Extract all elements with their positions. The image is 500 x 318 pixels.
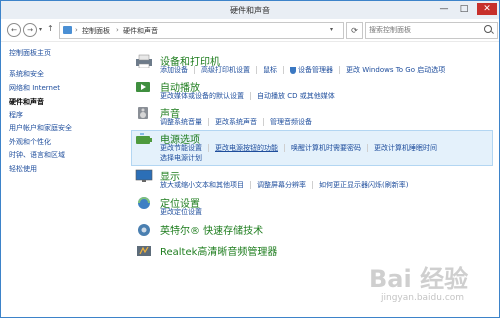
sidebar-home-link[interactable]: 控制面板主页 <box>9 48 51 58</box>
sidebar-item-programs[interactable]: 程序 <box>9 110 23 120</box>
add-device-link[interactable]: 添加设备 <box>160 65 188 75</box>
control-panel-window: 硬件和声音 — □ ✕ ← → ▾ ↑ › 控制面板 › 硬件和声音 ▾ ⟳ 控… <box>0 0 500 318</box>
breadcrumb-hardware-sound[interactable]: 硬件和声音 <box>123 26 158 36</box>
close-button[interactable]: ✕ <box>477 3 497 15</box>
screen-resolution-link[interactable]: 调整屏幕分辨率 <box>257 180 306 190</box>
link-divider <box>284 144 285 152</box>
device-manager-link[interactable]: 设备管理器 <box>298 65 333 75</box>
refresh-button[interactable]: ⟳ <box>346 22 363 39</box>
baidu-watermark: Bai 经验 jingyan.baidu.com <box>351 259 499 317</box>
sleep-time-link[interactable]: 更改计算机睡眠时间 <box>374 143 437 153</box>
wake-password-link[interactable]: 唤醒计算机时需要密码 <box>291 143 361 153</box>
link-divider <box>263 118 264 126</box>
sidebar-item-system-security[interactable]: 系统和安全 <box>9 69 44 79</box>
minimize-button[interactable]: — <box>437 3 451 15</box>
sidebar-item-user-accounts[interactable]: 用户帐户和家庭安全 <box>9 123 72 133</box>
link-divider <box>208 144 209 152</box>
change-location-settings-link[interactable]: 更改定位设置 <box>160 207 202 217</box>
category-links: 调整系统音量 更改系统声音 管理音频设备 <box>160 117 499 127</box>
link-divider <box>208 118 209 126</box>
link-divider <box>367 144 368 152</box>
watermark-url: jingyan.baidu.com <box>381 293 465 303</box>
text-size-link[interactable]: 放大或缩小文本和其他项目 <box>160 180 244 190</box>
window-title: 硬件和声音 <box>230 6 270 15</box>
adjust-volume-link[interactable]: 调整系统音量 <box>160 117 202 127</box>
recent-locations-dropdown[interactable]: ▾ <box>39 26 42 33</box>
address-bar[interactable]: › 控制面板 › 硬件和声音 ▾ <box>59 22 344 39</box>
sidebar-item-clock-language[interactable]: 时钟、语言和区域 <box>9 150 65 160</box>
forward-button[interactable]: → <box>23 23 37 37</box>
breadcrumb-separator: › <box>116 26 119 34</box>
category-links: 更改节能设置 更改电源按钮的功能 唤醒计算机时需要密码 更改计算机睡眠时间 <box>160 143 499 153</box>
intel-storage-icon <box>138 224 150 236</box>
realtek-icon <box>137 246 151 256</box>
control-panel-icon <box>63 26 72 34</box>
autoplay-icon <box>136 82 150 92</box>
address-dropdown[interactable]: ▾ <box>330 26 333 33</box>
category-links-row-2: 选择电源计划 <box>160 153 202 163</box>
breadcrumb-control-panel[interactable]: 控制面板 <box>82 26 110 36</box>
link-divider <box>250 92 251 100</box>
category-links: 更改定位设置 <box>160 207 499 217</box>
location-icon <box>138 197 150 209</box>
battery-icon <box>136 133 152 144</box>
up-button[interactable]: ↑ <box>47 24 54 33</box>
speaker-icon <box>138 107 148 119</box>
display-icon <box>135 169 153 182</box>
power-saving-link[interactable]: 更改节能设置 <box>160 143 202 153</box>
sidebar-item-hardware-sound: 硬件和声音 <box>9 98 44 106</box>
watermark-brand: Bai 经验 <box>369 265 469 293</box>
search-icon[interactable] <box>484 25 492 33</box>
breadcrumb-separator: › <box>75 26 78 34</box>
title-bar: 硬件和声音 — □ ✕ <box>1 1 499 19</box>
advanced-printer-setup-link[interactable]: 高级打印机设置 <box>201 65 250 75</box>
shield-icon <box>290 66 296 74</box>
back-button[interactable]: ← <box>7 23 21 37</box>
search-input[interactable] <box>369 24 479 36</box>
category-links: 放大或缩小文本和其他项目 调整屏幕分辨率 如何更正显示器闪烁(刷新率) <box>160 180 499 190</box>
search-box <box>365 22 498 39</box>
media-defaults-link[interactable]: 更改媒体或设备的默认设置 <box>160 91 244 101</box>
category-title[interactable]: 英特尔® 快速存储技术 <box>160 222 263 237</box>
sidebar-item-ease-of-access[interactable]: 轻松使用 <box>9 164 37 174</box>
link-divider <box>256 66 257 74</box>
manage-audio-link[interactable]: 管理音频设备 <box>270 117 312 127</box>
mouse-link[interactable]: 鼠标 <box>263 65 277 75</box>
choose-power-plan-link[interactable]: 选择电源计划 <box>160 154 202 162</box>
printer-icon <box>136 54 152 68</box>
navigation-bar: ← → ▾ ↑ › 控制面板 › 硬件和声音 ▾ ⟳ <box>1 19 499 42</box>
category-links: 更改媒体或设备的默认设置 自动播放 CD 或其他媒体 <box>160 91 499 101</box>
category-title[interactable]: Realtek高清晰音频管理器 <box>160 243 277 258</box>
link-divider <box>312 181 313 189</box>
link-divider <box>194 66 195 74</box>
link-divider <box>339 66 340 74</box>
refresh-rate-link[interactable]: 如何更正显示器闪烁(刷新率) <box>319 180 408 190</box>
link-divider <box>250 181 251 189</box>
windows-to-go-link[interactable]: 更改 Windows To Go 启动选项 <box>346 65 445 75</box>
sidebar-item-network[interactable]: 网络和 Internet <box>9 83 60 93</box>
autoplay-cd-link[interactable]: 自动播放 CD 或其他媒体 <box>257 91 335 101</box>
sidebar-item-appearance[interactable]: 外观和个性化 <box>9 137 51 147</box>
link-divider <box>283 66 284 74</box>
category-links: 添加设备 高级打印机设置 鼠标 设备管理器 更改 Windows To Go 启动选项 <box>160 65 499 75</box>
maximize-button[interactable]: □ <box>457 3 471 15</box>
change-sounds-link[interactable]: 更改系统声音 <box>215 117 257 127</box>
power-button-link[interactable]: 更改电源按钮的功能 <box>215 143 278 153</box>
